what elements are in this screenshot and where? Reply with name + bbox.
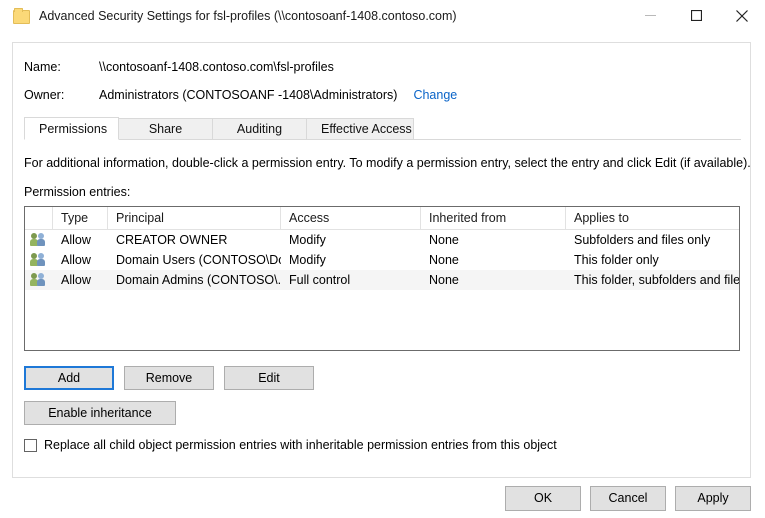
table-row[interactable]: Allow Domain Users (CONTOSO\Do... Modify… xyxy=(25,250,739,270)
dialog-panel: Name: \\contosoanf-1408.contoso.com\fsl-… xyxy=(12,42,751,478)
tab-auditing[interactable]: Auditing xyxy=(212,118,307,139)
window-title: Advanced Security Settings for fsl-profi… xyxy=(39,9,457,23)
owner-label: Owner: xyxy=(13,88,99,102)
cell-applies-to: This folder, subfolders and files xyxy=(566,270,739,290)
cell-access: Full control xyxy=(281,270,421,290)
owner-row: Owner: Administrators (CONTOSOANF -1408\… xyxy=(13,88,457,102)
window-controls xyxy=(627,0,765,31)
column-header-principal[interactable]: Principal xyxy=(108,207,281,229)
replace-child-permissions-row[interactable]: Replace all child object permission entr… xyxy=(24,438,557,452)
users-icon xyxy=(25,270,53,290)
column-header-applies-to[interactable]: Applies to xyxy=(566,207,739,229)
cell-principal: Domain Admins (CONTOSO\... xyxy=(108,270,281,290)
close-icon[interactable] xyxy=(719,0,765,31)
title-bar: Advanced Security Settings for fsl-profi… xyxy=(0,0,765,31)
column-header-inherited-from[interactable]: Inherited from xyxy=(421,207,566,229)
entry-action-buttons: Add Remove Edit xyxy=(24,366,314,390)
cell-type: Allow xyxy=(53,270,108,290)
apply-button[interactable]: Apply xyxy=(675,486,751,511)
change-owner-link[interactable]: Change xyxy=(413,88,457,102)
permission-entries-list[interactable]: Type Principal Access Inherited from App… xyxy=(24,206,740,351)
users-icon xyxy=(25,230,53,250)
name-label: Name: xyxy=(13,60,99,74)
cell-principal: CREATOR OWNER xyxy=(108,230,281,250)
permission-entries-label: Permission entries: xyxy=(24,185,130,199)
cell-inherited-from: None xyxy=(421,230,566,250)
folder-icon xyxy=(13,8,29,24)
replace-child-permissions-label: Replace all child object permission entr… xyxy=(44,438,557,452)
column-header-icon xyxy=(25,207,53,229)
dialog-footer: OK Cancel Apply xyxy=(0,486,765,511)
enable-inheritance-button[interactable]: Enable inheritance xyxy=(24,401,176,425)
cell-access: Modify xyxy=(281,250,421,270)
info-text: For additional information, double-click… xyxy=(24,156,751,170)
column-header-access[interactable]: Access xyxy=(281,207,421,229)
cell-access: Modify xyxy=(281,230,421,250)
name-value: \\contosoanf-1408.contoso.com\fsl-profil… xyxy=(99,60,334,74)
table-header: Type Principal Access Inherited from App… xyxy=(25,207,739,230)
add-button[interactable]: Add xyxy=(24,366,114,390)
table-row[interactable]: Allow Domain Admins (CONTOSO\... Full co… xyxy=(25,270,739,290)
tab-share[interactable]: Share xyxy=(118,118,213,139)
tab-permissions[interactable]: Permissions xyxy=(24,117,119,140)
cell-inherited-from: None xyxy=(421,250,566,270)
maximize-icon[interactable] xyxy=(673,0,719,31)
cell-inherited-from: None xyxy=(421,270,566,290)
cell-principal: Domain Users (CONTOSO\Do... xyxy=(108,250,281,270)
tab-strip: Permissions Share Auditing Effective Acc… xyxy=(24,118,741,140)
edit-button[interactable]: Edit xyxy=(224,366,314,390)
cell-applies-to: Subfolders and files only xyxy=(566,230,739,250)
minimize-icon[interactable] xyxy=(627,0,673,31)
table-row[interactable]: Allow CREATOR OWNER Modify None Subfolde… xyxy=(25,230,739,250)
ok-button[interactable]: OK xyxy=(505,486,581,511)
name-row: Name: \\contosoanf-1408.contoso.com\fsl-… xyxy=(13,60,334,74)
replace-child-permissions-checkbox[interactable] xyxy=(24,439,37,452)
tab-effective-access[interactable]: Effective Access xyxy=(306,118,414,139)
owner-value: Administrators (CONTOSOANF -1408\Adminis… xyxy=(99,88,397,102)
cell-applies-to: This folder only xyxy=(566,250,739,270)
remove-button[interactable]: Remove xyxy=(124,366,214,390)
cancel-button[interactable]: Cancel xyxy=(590,486,666,511)
cell-type: Allow xyxy=(53,230,108,250)
column-header-type[interactable]: Type xyxy=(53,207,108,229)
cell-type: Allow xyxy=(53,250,108,270)
users-icon xyxy=(25,250,53,270)
